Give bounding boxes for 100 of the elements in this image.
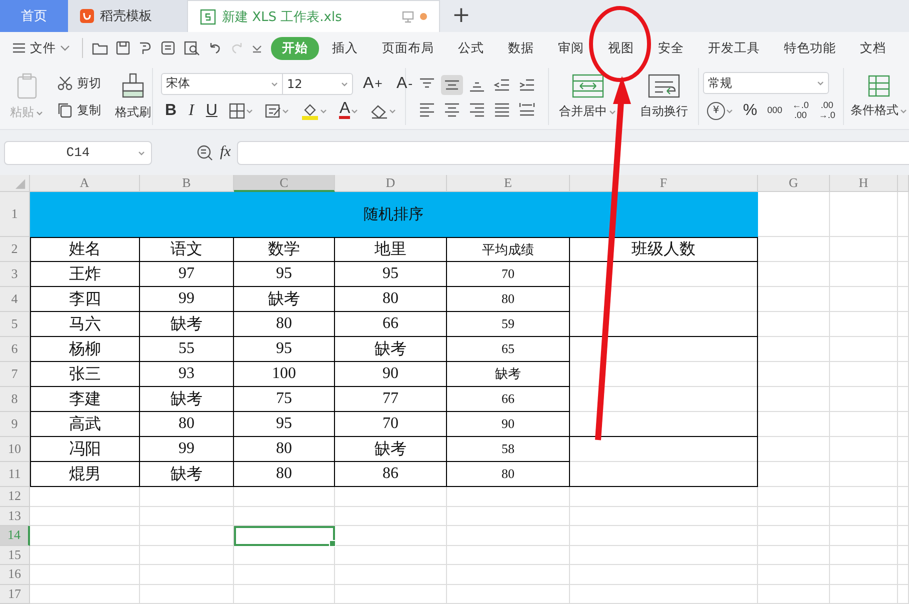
ribbon-tab[interactable]: 视图 xyxy=(597,36,645,60)
row-header[interactable]: 11 xyxy=(0,462,30,487)
row-header[interactable]: 4 xyxy=(0,287,30,312)
column-header[interactable]: E xyxy=(447,175,570,192)
ribbon-tab[interactable]: 文档 xyxy=(849,36,897,60)
formula-input[interactable] xyxy=(236,140,909,164)
table-cell: 班级人数 xyxy=(570,237,758,262)
row-header[interactable]: 7 xyxy=(0,362,30,387)
table-cell: 65 xyxy=(447,337,570,362)
table-cell: 高武 xyxy=(30,412,140,437)
ribbon-tab[interactable]: 页面布局 xyxy=(371,36,445,60)
table-cell: 70 xyxy=(447,262,570,287)
table-cell: 97 xyxy=(140,262,234,287)
table-cell: 王炸 xyxy=(30,262,140,287)
ribbon-tab[interactable]: 插入 xyxy=(321,36,369,60)
row-header[interactable]: 16 xyxy=(0,565,30,584)
grid-icon xyxy=(229,102,246,118)
scissors-icon xyxy=(57,75,73,91)
font-color-button[interactable]: A xyxy=(335,101,362,120)
underline-button[interactable]: U xyxy=(202,100,222,120)
column-header[interactable]: B xyxy=(140,175,234,192)
table-cell: 86 xyxy=(335,462,447,487)
table-cell: 语文 xyxy=(140,237,234,262)
format-painter-button[interactable]: 格式刷 xyxy=(111,70,155,123)
column-header[interactable]: D xyxy=(335,175,447,192)
row-header[interactable]: 13 xyxy=(0,506,30,526)
ribbon-tab[interactable]: 安全 xyxy=(647,36,695,60)
title-cell: 随机排序 xyxy=(30,192,758,237)
name-box[interactable]: C14 xyxy=(4,140,152,164)
table-cell: 95 xyxy=(234,337,335,362)
table-cell: 90 xyxy=(447,412,570,437)
table-cell: 杨柳 xyxy=(30,337,140,362)
table-cell: 张三 xyxy=(30,362,140,387)
row-header[interactable]: 6 xyxy=(0,337,30,362)
ribbon-tab[interactable]: 数据 xyxy=(497,36,545,60)
column-header[interactable]: F xyxy=(570,175,758,192)
font-size-field[interactable]: 12 xyxy=(283,72,353,94)
zoom-icon[interactable] xyxy=(196,144,214,162)
wrap-text-button[interactable]: 自动换行 xyxy=(636,71,692,122)
table-cell: 80 xyxy=(234,437,335,462)
table-cell: 59 xyxy=(447,312,570,337)
copy-button[interactable]: 复制 xyxy=(53,100,105,120)
menu-icon xyxy=(12,42,26,54)
row-header[interactable]: 17 xyxy=(0,584,30,604)
column-header[interactable]: H xyxy=(830,175,898,192)
merge-center-button[interactable]: 合并居中 xyxy=(555,71,616,122)
row-header[interactable]: 15 xyxy=(0,546,30,565)
table-cell: 80 xyxy=(335,287,447,312)
tab[interactable]: 稻壳模板 xyxy=(68,0,187,32)
middle-align-icon[interactable] xyxy=(441,74,463,94)
column-header[interactable]: A xyxy=(30,175,140,192)
flame-icon xyxy=(80,8,94,24)
row-header[interactable]: 8 xyxy=(0,387,30,412)
preview-icon[interactable] xyxy=(183,40,201,56)
print-icon[interactable] xyxy=(159,40,177,56)
row-header[interactable]: 2 xyxy=(0,237,30,262)
table-cell: 93 xyxy=(140,362,234,387)
thousands-button[interactable]: 000 xyxy=(763,105,786,116)
font-name-field[interactable]: 宋体 xyxy=(161,72,283,94)
table-cell: 77 xyxy=(335,387,447,412)
row-header[interactable]: 1 xyxy=(0,192,30,237)
table-cell: 95 xyxy=(234,412,335,437)
tab[interactable]: 新建 XLS 工作表.xls xyxy=(187,0,440,32)
function-label[interactable]: fx xyxy=(220,144,231,161)
chevron-down-icon xyxy=(60,44,70,52)
table-cell: 缺考 xyxy=(234,287,335,312)
percent-button[interactable]: % xyxy=(739,100,762,120)
number-format-field[interactable]: 常规 xyxy=(703,72,829,94)
wrap-text-icon xyxy=(647,73,681,99)
file-menu[interactable]: 文件 xyxy=(8,40,74,56)
table-cell: 马六 xyxy=(30,312,140,337)
ribbon-tab[interactable]: 审阅 xyxy=(547,36,595,60)
currency-button[interactable]: ¥ xyxy=(703,100,737,120)
cut-button[interactable]: 剪切 xyxy=(53,72,105,94)
ribbon-tab[interactable]: 特色功能 xyxy=(773,36,847,60)
conditional-format-button[interactable]: 条件格式 xyxy=(846,72,909,121)
increase-decimal-button[interactable]: ←.0 .00 xyxy=(788,100,813,121)
save-icon[interactable] xyxy=(115,40,131,56)
new-tab-button[interactable]: + xyxy=(440,5,482,27)
ribbon-tab[interactable]: 公式 xyxy=(447,36,495,60)
table-cell: 80 xyxy=(234,312,335,337)
row-header[interactable]: 12 xyxy=(0,487,30,506)
table-cell: 80 xyxy=(234,462,335,487)
table-cell: 缺考 xyxy=(335,337,447,362)
table-cell: 平均成绩 xyxy=(447,237,570,262)
table-cell: 缺考 xyxy=(140,312,234,337)
decrease-decimal-button[interactable]: .00 →.0 xyxy=(814,100,840,121)
table-cell: 80 xyxy=(140,412,234,437)
row-header[interactable]: 9 xyxy=(0,412,30,437)
table-cell: 李建 xyxy=(30,387,140,412)
table-icon xyxy=(866,74,891,98)
italic-button[interactable]: I xyxy=(184,100,198,120)
ribbon-tab[interactable]: 开发工具 xyxy=(697,36,771,60)
bold-button[interactable]: B xyxy=(161,100,181,120)
row-header[interactable]: 3 xyxy=(0,262,30,287)
selected-cell[interactable] xyxy=(234,526,335,546)
column-header[interactable]: G xyxy=(758,175,830,192)
row-header[interactable]: 10 xyxy=(0,437,30,462)
row-header[interactable]: 5 xyxy=(0,312,30,337)
table-cell: 95 xyxy=(335,262,447,287)
